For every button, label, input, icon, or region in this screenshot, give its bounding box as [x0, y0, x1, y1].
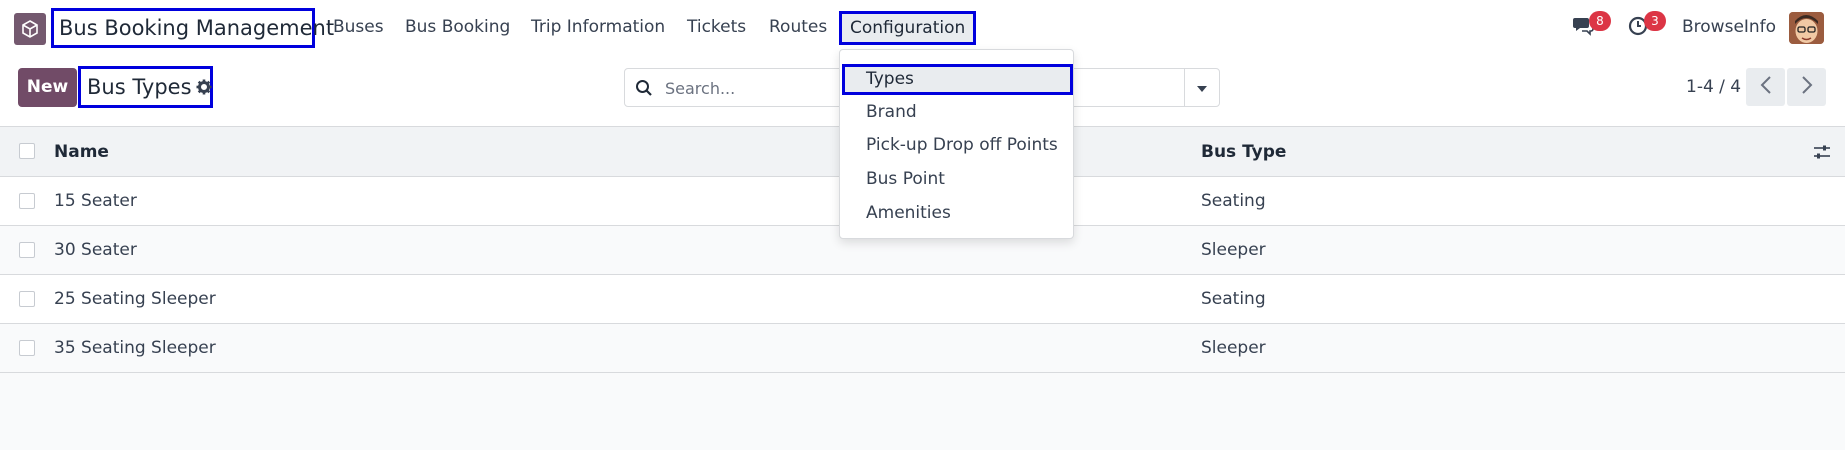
table-row[interactable]: 25 Seating Sleeper Seating — [0, 275, 1845, 324]
cell-bus-type: Sleeper — [1201, 338, 1266, 358]
row-checkbox[interactable] — [19, 291, 35, 307]
menu-tickets[interactable]: Tickets — [687, 17, 746, 37]
app-cube-icon[interactable] — [14, 13, 46, 45]
chevron-left-icon — [1760, 75, 1772, 99]
activities-count-badge: 3 — [1644, 11, 1666, 31]
search-options-toggle[interactable] — [1184, 68, 1220, 107]
menu-configuration[interactable]: Configuration — [839, 11, 977, 45]
pager-value[interactable]: 1-4 / 4 — [1686, 77, 1741, 97]
cell-bus-type: Seating — [1201, 289, 1266, 309]
menu-item-amenities[interactable]: Amenities — [866, 203, 951, 223]
row-checkbox[interactable] — [19, 193, 35, 209]
company-switcher[interactable]: BrowseInfo — [1682, 17, 1776, 37]
select-all-checkbox[interactable] — [19, 143, 35, 159]
menu-item-brand[interactable]: Brand — [866, 102, 917, 122]
breadcrumb: Bus Types — [78, 66, 213, 108]
cell-name: 35 Seating Sleeper — [54, 338, 216, 358]
menu-item-pickup-drop-off-points[interactable]: Pick-up Drop off Points — [866, 135, 1058, 155]
cell-name: 25 Seating Sleeper — [54, 289, 216, 309]
pager-next-button[interactable] — [1787, 68, 1826, 106]
pager-previous-button[interactable] — [1746, 68, 1785, 106]
cell-name: 30 Seater — [54, 240, 137, 260]
menu-buses[interactable]: Buses — [333, 17, 384, 37]
page-title: Bus Types — [87, 75, 192, 99]
gear-icon[interactable] — [196, 70, 212, 106]
avatar[interactable] — [1789, 12, 1824, 44]
cell-bus-type: Sleeper — [1201, 240, 1266, 260]
column-header-bus-type[interactable]: Bus Type — [1201, 142, 1286, 162]
caret-down-icon — [1196, 78, 1208, 98]
activities-button[interactable]: 3 — [1627, 11, 1666, 41]
messages-count-badge: 8 — [1589, 11, 1611, 31]
cell-bus-type: Seating — [1201, 191, 1266, 211]
column-settings-icon[interactable] — [1813, 144, 1831, 165]
table-row[interactable]: 35 Seating Sleeper Sleeper — [0, 324, 1845, 373]
configuration-dropdown-menu: Types Brand Pick-up Drop off Points Bus … — [839, 49, 1074, 239]
cell-name: 15 Seater — [54, 191, 137, 211]
messages-button[interactable]: 8 — [1572, 11, 1611, 41]
search-icon — [635, 79, 653, 102]
top-navbar: Bus Booking Management Buses Bus Booking… — [0, 0, 1845, 56]
menu-item-types[interactable]: Types — [842, 64, 1073, 95]
menu-routes[interactable]: Routes — [769, 17, 827, 37]
new-button[interactable]: New — [18, 68, 77, 107]
menu-bus-booking[interactable]: Bus Booking — [405, 17, 510, 37]
row-checkbox[interactable] — [19, 242, 35, 258]
menu-trip-information[interactable]: Trip Information — [531, 17, 665, 37]
app-title[interactable]: Bus Booking Management — [51, 8, 334, 48]
column-header-name[interactable]: Name — [54, 142, 109, 162]
chevron-right-icon — [1801, 75, 1813, 99]
menu-item-bus-point[interactable]: Bus Point — [866, 169, 945, 189]
row-checkbox[interactable] — [19, 340, 35, 356]
